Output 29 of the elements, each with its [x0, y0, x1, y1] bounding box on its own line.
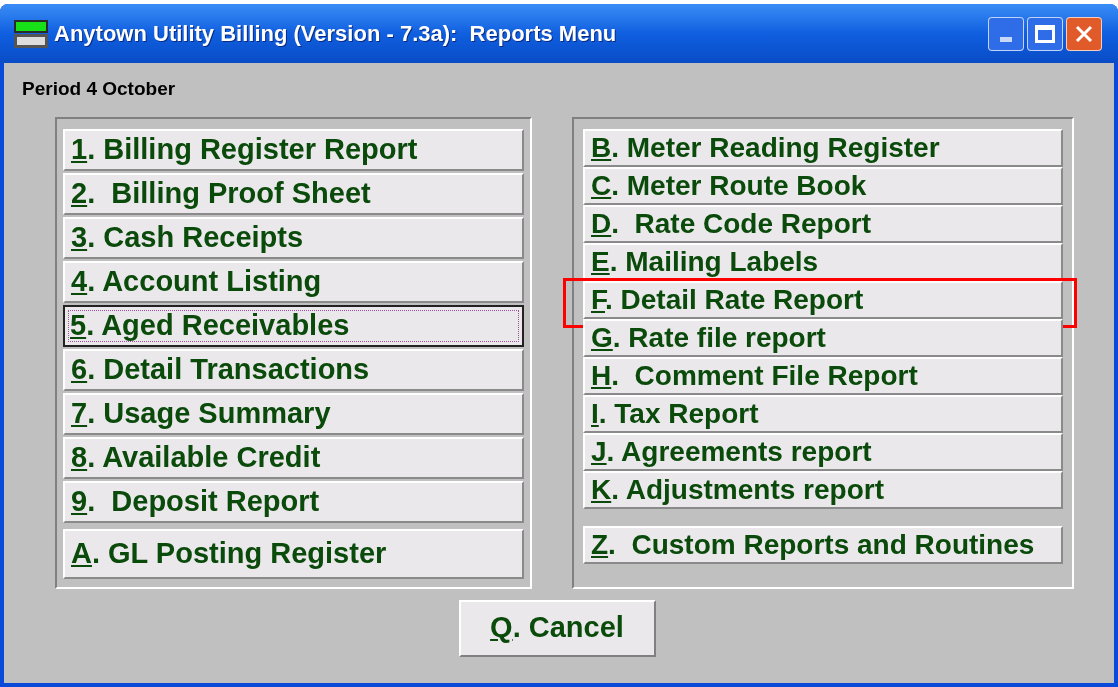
menu-button[interactable]: 9. Deposit Report — [63, 480, 524, 523]
menu-button[interactable]: C. Meter Route Book — [583, 166, 1063, 205]
cancel-button[interactable]: Q. Cancel — [458, 599, 656, 657]
app-logo-icon — [14, 19, 48, 48]
period-label: Period 4 October — [22, 77, 176, 101]
menu-button[interactable]: B. Meter Reading Register — [583, 128, 1063, 167]
menu-button[interactable]: F. Detail Rate Report — [583, 280, 1063, 319]
menu-button[interactable]: 6. Detail Transactions — [63, 348, 524, 391]
menu-button[interactable]: H. Comment File Report — [583, 356, 1063, 395]
minimize-button[interactable] — [988, 16, 1024, 51]
minimize-icon — [1000, 36, 1012, 42]
maximize-button[interactable] — [1027, 16, 1063, 51]
menu-button[interactable]: 7. Usage Summary — [63, 392, 524, 435]
menu-button[interactable]: J. Agreements report — [583, 432, 1063, 471]
menu-button[interactable]: D. Rate Code Report — [583, 204, 1063, 243]
menu-button[interactable]: I. Tax Report — [583, 394, 1063, 433]
menu-button[interactable]: 4. Account Listing — [63, 260, 524, 303]
menu-button[interactable]: K. Adjustments report — [583, 470, 1063, 509]
close-button[interactable] — [1066, 16, 1102, 51]
menu-button[interactable]: 2. Billing Proof Sheet — [63, 172, 524, 215]
menu-button[interactable]: G. Rate file report — [583, 318, 1063, 357]
menu-button[interactable]: 8. Available Credit — [63, 436, 524, 479]
menu-button[interactable]: A. GL Posting Register — [63, 528, 524, 579]
window-title: Anytown Utility Billing (Version - 7.3a): Reports Menu — [54, 20, 617, 48]
menu-button[interactable]: 3. Cash Receipts — [63, 216, 524, 259]
menu-button[interactable]: 1. Billing Register Report — [63, 128, 524, 171]
close-icon — [1075, 24, 1093, 43]
menu-button[interactable]: 5. Aged Receivables — [63, 304, 524, 347]
menu-button[interactable]: Z. Custom Reports and Routines — [583, 525, 1063, 564]
